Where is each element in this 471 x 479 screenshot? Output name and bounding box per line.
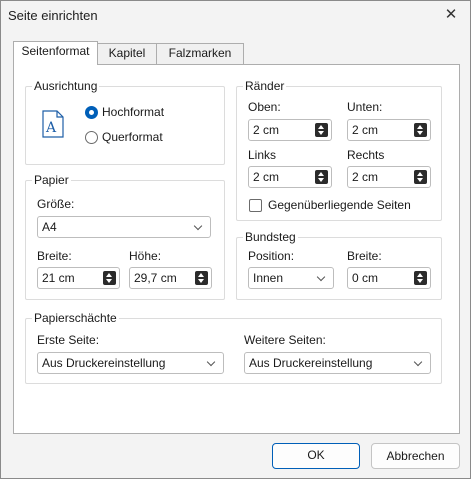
spinner-arrows-icon[interactable] bbox=[414, 170, 427, 184]
gutter-position-value: Innen bbox=[253, 271, 284, 285]
portrait-label[interactable]: Hochformat bbox=[102, 105, 164, 119]
gutter-width-label: Breite: bbox=[347, 249, 382, 263]
size-label: Größe: bbox=[37, 197, 75, 211]
margin-top-label: Oben: bbox=[248, 100, 281, 114]
paper-width-value: 21 cm bbox=[42, 271, 75, 285]
tab-falzmarken[interactable]: Falzmarken bbox=[156, 43, 244, 64]
spinner-arrows-icon[interactable] bbox=[414, 123, 427, 137]
spinner-arrows-icon[interactable] bbox=[195, 271, 208, 285]
page-portrait-icon: A bbox=[42, 110, 64, 138]
chevron-down-icon bbox=[413, 357, 423, 367]
chevron-down-icon bbox=[316, 272, 326, 282]
first-page-label: Erste Seite: bbox=[37, 333, 100, 347]
paper-height-value: 29,7 cm bbox=[134, 271, 177, 285]
margin-right-value: 2 cm bbox=[352, 170, 379, 184]
margin-bottom-value: 2 cm bbox=[352, 123, 379, 137]
window-title: Seite einrichten bbox=[8, 8, 98, 23]
portrait-radio[interactable] bbox=[85, 106, 98, 119]
ok-button[interactable]: OK bbox=[272, 443, 360, 469]
paper-group: Papier Größe: A4 Breite: 21 cm Höhe: 29,… bbox=[25, 173, 225, 300]
spinner-arrows-icon[interactable] bbox=[315, 123, 328, 137]
landscape-label[interactable]: Querformat bbox=[102, 130, 163, 144]
first-page-tray-select[interactable]: Aus Druckereinstellung bbox=[37, 352, 224, 374]
paper-group-title: Papier bbox=[32, 173, 71, 187]
gutter-position-select[interactable]: Innen bbox=[248, 267, 334, 289]
paper-trays-group-title: Papierschächte bbox=[32, 311, 119, 325]
tab-kapitel[interactable]: Kapitel bbox=[97, 43, 157, 64]
margins-group-title: Ränder bbox=[243, 79, 287, 93]
other-pages-tray-value: Aus Druckereinstellung bbox=[249, 356, 373, 370]
gutter-group: Bundsteg Position: Innen Breite: 0 cm bbox=[236, 230, 442, 300]
orientation-group-title: Ausrichtung bbox=[32, 79, 100, 93]
margin-right-spinner[interactable]: 2 cm bbox=[347, 166, 431, 188]
paper-width-label: Breite: bbox=[37, 249, 72, 263]
margin-top-value: 2 cm bbox=[253, 123, 280, 137]
mirror-margins-checkbox[interactable] bbox=[249, 199, 262, 212]
gutter-width-value: 0 cm bbox=[352, 271, 379, 285]
paper-size-value: A4 bbox=[42, 220, 57, 234]
landscape-radio[interactable] bbox=[85, 131, 98, 144]
chevron-down-icon bbox=[193, 221, 203, 231]
margin-left-spinner[interactable]: 2 cm bbox=[248, 166, 332, 188]
chevron-down-icon bbox=[206, 357, 216, 367]
margin-left-label: Links bbox=[248, 148, 277, 162]
gutter-position-label: Position: bbox=[248, 249, 295, 263]
cancel-button[interactable]: Abbrechen bbox=[371, 443, 460, 469]
margins-group: Ränder Oben: 2 cm Unten: 2 cm Links 2 cm… bbox=[236, 79, 442, 221]
orientation-group: Ausrichtung A Hochformat Querformat bbox=[25, 79, 225, 165]
page-setup-dialog: Seite einrichten ✕ Seitenformat Kapitel … bbox=[0, 0, 471, 479]
other-pages-label: Weitere Seiten: bbox=[244, 333, 326, 347]
margin-right-label: Rechts bbox=[347, 148, 385, 162]
paper-height-spinner[interactable]: 29,7 cm bbox=[129, 267, 212, 289]
margin-top-spinner[interactable]: 2 cm bbox=[248, 119, 332, 141]
margin-left-value: 2 cm bbox=[253, 170, 280, 184]
gutter-group-title: Bundsteg bbox=[243, 230, 298, 244]
margin-bottom-label: Unten: bbox=[347, 100, 383, 114]
tab-panel-seitenformat: Ausrichtung A Hochformat Querformat Papi… bbox=[13, 64, 460, 434]
spinner-arrows-icon[interactable] bbox=[315, 170, 328, 184]
spinner-arrows-icon[interactable] bbox=[103, 271, 116, 285]
tab-seitenformat[interactable]: Seitenformat bbox=[13, 41, 98, 65]
other-pages-tray-select[interactable]: Aus Druckereinstellung bbox=[244, 352, 431, 374]
paper-size-select[interactable]: A4 bbox=[37, 216, 211, 238]
close-icon[interactable]: ✕ bbox=[438, 3, 464, 27]
paper-trays-group: Papierschächte Erste Seite: Aus Druckere… bbox=[25, 311, 442, 384]
margin-bottom-spinner[interactable]: 2 cm bbox=[347, 119, 431, 141]
gutter-width-spinner[interactable]: 0 cm bbox=[347, 267, 431, 289]
page-icon-letter: A bbox=[45, 120, 57, 136]
first-page-tray-value: Aus Druckereinstellung bbox=[42, 356, 166, 370]
paper-height-label: Höhe: bbox=[129, 249, 162, 263]
title-bar: Seite einrichten ✕ bbox=[1, 1, 470, 31]
mirror-margins-label[interactable]: Gegenüberliegende Seiten bbox=[268, 198, 411, 212]
paper-width-spinner[interactable]: 21 cm bbox=[37, 267, 120, 289]
spinner-arrows-icon[interactable] bbox=[414, 271, 427, 285]
